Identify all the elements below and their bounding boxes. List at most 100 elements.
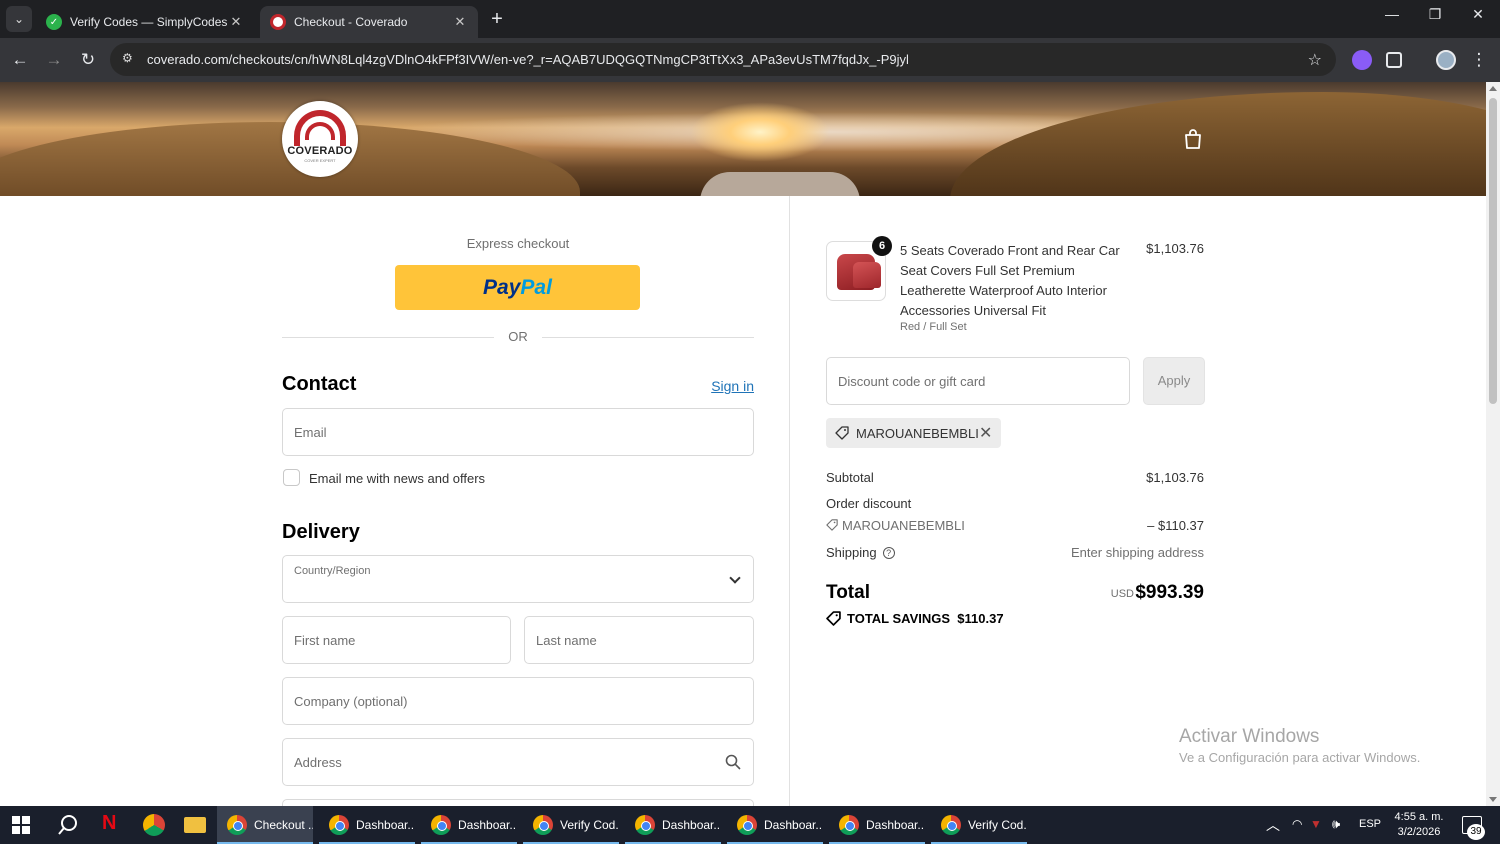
- windows-activation-watermark: Activar Windows Ve a Configuración para …: [1179, 726, 1420, 765]
- last-name-field[interactable]: Last name: [524, 616, 754, 664]
- url-text[interactable]: coverado.com/checkouts/cn/hWN8Lql4zgVDln…: [147, 52, 909, 67]
- taskbar-clock[interactable]: 4:55 a. m. 3/2/2026: [1388, 810, 1450, 840]
- sign-in-link[interactable]: Sign in: [690, 378, 754, 394]
- close-tab-icon[interactable]: ✕: [228, 14, 244, 30]
- tab-checkout-coverado[interactable]: Checkout - Coverado ✕: [260, 6, 478, 38]
- product-name: 5 Seats Coverado Front and Rear Car Seat…: [900, 243, 1120, 318]
- contact-heading: Contact: [282, 373, 357, 395]
- taskbar-item-label: Verify Cod...: [560, 818, 619, 832]
- checkout-page: COVERADO COVER EXPERT Express checkout P…: [0, 82, 1486, 806]
- subtotal-label: Subtotal: [826, 470, 874, 485]
- scroll-up-arrow-icon[interactable]: [1489, 86, 1497, 91]
- shopping-bag-icon[interactable]: [1183, 128, 1203, 150]
- discount-placeholder: Discount code or gift card: [838, 374, 986, 389]
- taskbar-search-icon[interactable]: [57, 814, 79, 836]
- tab-verify-codes[interactable]: ✓ Verify Codes — SimplyCodes ✕: [36, 6, 254, 38]
- chrome-icon: [839, 815, 859, 835]
- netflix-icon[interactable]: N: [102, 812, 116, 834]
- chrome-icon: [431, 815, 451, 835]
- windows-start-icon[interactable]: [12, 816, 30, 834]
- windows-taskbar: N Checkout ... Dashboar... Dashboar... V…: [0, 806, 1500, 844]
- chrome-icon: [329, 815, 349, 835]
- paypal-button[interactable]: Pay Pal: [395, 265, 640, 310]
- taskbar-item[interactable]: Checkout ...: [217, 806, 313, 844]
- apply-discount-button[interactable]: Apply: [1143, 357, 1205, 405]
- site-info-icon[interactable]: ⚙: [122, 51, 133, 65]
- extensions-puzzle-icon[interactable]: [1386, 52, 1402, 68]
- company-field[interactable]: Company (optional): [282, 677, 754, 725]
- taskbar-item[interactable]: Verify Cod...: [931, 806, 1027, 844]
- newsletter-label[interactable]: Email me with news and offers: [309, 471, 485, 486]
- first-name-field[interactable]: First name: [282, 616, 511, 664]
- profile-avatar-icon[interactable]: [1436, 50, 1456, 70]
- network-icon[interactable]: ◠: [1292, 817, 1302, 844]
- email-placeholder: Email: [294, 425, 327, 440]
- taskbar-item[interactable]: Dashboar...: [625, 806, 721, 844]
- country-region-select[interactable]: Country/Region: [282, 555, 754, 603]
- bookmark-star-icon[interactable]: ☆: [1308, 50, 1322, 70]
- help-question-icon[interactable]: ?: [882, 547, 895, 559]
- chrome-icon: [941, 815, 961, 835]
- next-form-field[interactable]: [282, 799, 754, 806]
- extension-icon[interactable]: [1352, 50, 1372, 70]
- input-language[interactable]: ESP: [1359, 818, 1381, 844]
- file-explorer-icon[interactable]: [184, 817, 206, 833]
- browser-menu-icon[interactable]: ⋮: [1468, 49, 1490, 71]
- restore-window-icon[interactable]: ❐: [1415, 6, 1455, 23]
- applied-code-text: MAROUANEBEMBLI: [856, 426, 979, 441]
- chevron-down-icon: [729, 572, 741, 584]
- product-variant: Red / Full Set: [900, 321, 967, 333]
- express-checkout-label: Express checkout: [466, 236, 570, 251]
- subtotal-value: $1,103.76: [1146, 470, 1204, 485]
- savings-label: TOTAL SAVINGS: [847, 611, 951, 626]
- taskbar-item[interactable]: Verify Cod...: [523, 806, 619, 844]
- newsletter-checkbox[interactable]: [283, 469, 300, 486]
- discount-code-line: MAROUANEBEMBLI: [826, 518, 965, 533]
- total-savings: TOTAL SAVINGS $110.37: [826, 611, 1004, 626]
- reload-icon[interactable]: ↻: [77, 49, 99, 71]
- chrome-icon: [227, 815, 247, 835]
- close-window-icon[interactable]: ✕: [1458, 6, 1498, 23]
- coverado-favicon-icon: [270, 14, 286, 30]
- show-hidden-icons-chevron-icon[interactable]: ︿: [1266, 815, 1280, 844]
- taskbar-item[interactable]: Dashboar...: [319, 806, 415, 844]
- taskbar-item[interactable]: Dashboar...: [421, 806, 517, 844]
- minimize-window-icon[interactable]: —: [1372, 6, 1412, 22]
- order-discount-label: Order discount: [826, 496, 912, 511]
- email-field[interactable]: Email: [282, 408, 754, 456]
- or-divider: OR: [282, 329, 754, 345]
- taskbar-item-label: Dashboar...: [458, 818, 517, 832]
- discount-code-input[interactable]: Discount code or gift card: [826, 357, 1130, 405]
- chrome-pinned-icon[interactable]: [143, 814, 165, 836]
- total-label: Total: [826, 582, 870, 603]
- discount-value: – $110.37: [1147, 518, 1204, 533]
- store-logo[interactable]: COVERADO COVER EXPERT: [282, 101, 358, 177]
- watermark-title: Activar Windows: [1179, 726, 1320, 747]
- page-scrollbar[interactable]: [1486, 82, 1500, 806]
- header-banner: COVERADO COVER EXPERT: [0, 82, 1486, 196]
- currency-code: USD: [1110, 588, 1134, 600]
- paypal-logo-pay: Pay: [483, 275, 521, 299]
- chrome-icon: [533, 815, 553, 835]
- search-icon[interactable]: [725, 754, 741, 770]
- browser-toolbar: ← → ↻ ⚙ coverado.com/checkouts/cn/hWN8Lq…: [0, 38, 1500, 82]
- address-bar[interactable]: ⚙ coverado.com/checkouts/cn/hWN8Lql4zgVD…: [110, 43, 1336, 76]
- new-tab-button[interactable]: +: [486, 8, 508, 31]
- scrollbar-thumb[interactable]: [1489, 98, 1497, 404]
- taskbar-item[interactable]: Dashboar...: [727, 806, 823, 844]
- forward-arrow-icon[interactable]: →: [43, 49, 65, 71]
- tab-title: Verify Codes — SimplyCodes: [70, 15, 228, 29]
- savings-value: $110.37: [957, 611, 1004, 626]
- tab-search-button[interactable]: ⌄: [6, 6, 32, 32]
- vpn-shield-icon[interactable]: ▼: [1310, 817, 1322, 844]
- remove-discount-icon[interactable]: ✕: [979, 423, 992, 443]
- address-field[interactable]: Address: [282, 738, 754, 786]
- scroll-down-arrow-icon[interactable]: [1489, 797, 1497, 802]
- close-tab-icon[interactable]: ✕: [452, 14, 468, 30]
- volume-icon[interactable]: 🕪: [1332, 816, 1340, 844]
- taskbar-item-label: Dashboar...: [764, 818, 823, 832]
- back-arrow-icon[interactable]: ←: [9, 49, 31, 71]
- shipping-value: Enter shipping address: [1071, 545, 1204, 560]
- taskbar-item-label: Dashboar...: [866, 818, 925, 832]
- taskbar-item[interactable]: Dashboar...: [829, 806, 925, 844]
